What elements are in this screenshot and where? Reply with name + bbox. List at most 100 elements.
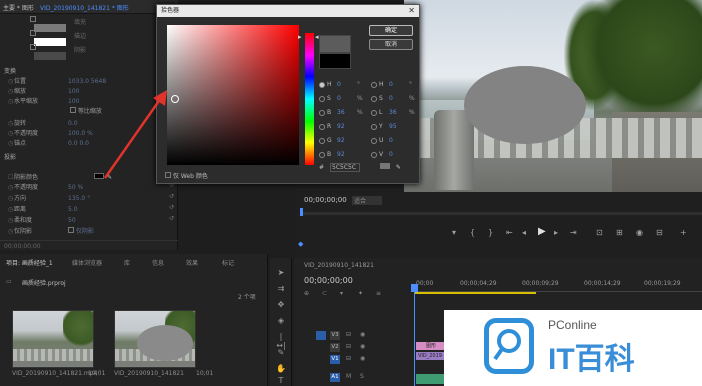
mute-icon[interactable]: M (346, 373, 351, 380)
linked-selection-icon[interactable]: ⊂ (322, 290, 327, 297)
field-rgb-g[interactable]: G 92 (319, 137, 379, 147)
fill-checkbox[interactable] (30, 16, 36, 22)
hand-icon[interactable]: ✋ (275, 364, 287, 376)
stroke-checkbox[interactable] (30, 30, 36, 36)
add-button-icon[interactable]: + (680, 228, 687, 237)
program-playhead[interactable] (300, 208, 303, 216)
hue-slider-left-arrow[interactable]: ▸ (298, 33, 302, 41)
toggle-sync-lock-icon[interactable]: ⊟ (346, 343, 351, 350)
close-icon[interactable]: ✕ (408, 5, 415, 17)
dialog-title-bar: 拾色器 ✕ (157, 5, 419, 17)
work-area-bar[interactable] (414, 292, 536, 294)
saturation-brightness-field[interactable] (167, 25, 299, 165)
program-scrub-bar[interactable] (300, 212, 702, 215)
timeline-playhead-line (414, 284, 415, 386)
pen-icon[interactable]: ✎ (275, 348, 287, 360)
field-hsl-s[interactable]: S 0% (371, 95, 431, 105)
track-v3[interactable]: V3 (330, 331, 340, 340)
ok-button[interactable]: 确定 (369, 25, 413, 36)
eyedropper-icon[interactable]: ✎ (396, 164, 401, 171)
add-marker-icon[interactable]: ▾ (340, 290, 343, 297)
sequence-thumbnail[interactable] (114, 310, 196, 368)
tab-media-browser[interactable]: 媒体浏览器 (72, 258, 102, 267)
field-rgb-r[interactable]: R 92 (319, 123, 379, 133)
prop-position[interactable]: ◷位置 1033.0 5648 (8, 76, 178, 85)
tab-project[interactable]: 项目: 画质经验_1 (6, 258, 53, 267)
export-frame-icon[interactable]: ⊟ (656, 228, 663, 237)
field-rgb-b[interactable]: B 92 (319, 151, 379, 161)
track-select-icon[interactable]: ⇉ (275, 284, 287, 296)
solo-icon[interactable]: S (360, 373, 364, 380)
step-forward-icon[interactable]: ▸ (554, 228, 558, 237)
web-color-swatch[interactable] (379, 163, 390, 169)
sequence-tab[interactable]: VID_20190910_141821 (304, 262, 374, 269)
tab-effects[interactable]: 效果 (186, 258, 198, 267)
go-to-out-icon[interactable]: ⇥ (570, 228, 577, 237)
razor-icon[interactable]: ◈ (275, 316, 287, 328)
slip-icon[interactable]: |↔| (275, 332, 287, 350)
field-hsl-h[interactable]: H 0 ° (371, 81, 431, 91)
eye-icon[interactable]: ◉ (360, 355, 365, 362)
folder-icon: ▭ (6, 278, 12, 285)
go-to-in-icon[interactable]: ⇤ (506, 228, 513, 237)
original-color-swatch[interactable] (319, 53, 351, 69)
mark-out-bracket-icon[interactable]: } (488, 228, 493, 237)
eye-icon[interactable]: ◉ (360, 343, 365, 350)
eye-icon[interactable]: ◉ (360, 331, 365, 338)
shadow-section[interactable]: 投影 (4, 152, 16, 161)
selection-tool-icon[interactable]: ➤ (275, 268, 287, 280)
type-icon[interactable]: T (275, 376, 287, 386)
track-v1[interactable]: V1 (330, 355, 340, 364)
track-v2[interactable]: V2 (330, 343, 340, 352)
tab-info[interactable]: 信息 (152, 258, 164, 267)
clip-name[interactable]: VID_20190910_141821 * 图形 (40, 3, 129, 12)
overwrite-icon[interactable]: ⊞ (616, 228, 623, 237)
ripple-edit-icon[interactable]: ✥ (275, 300, 287, 312)
source-v1-patch[interactable] (316, 331, 326, 340)
field-hsl-l[interactable]: L 36% (371, 109, 431, 119)
track-a1[interactable]: A1 (330, 373, 340, 382)
shadow-swatch[interactable] (34, 52, 66, 60)
mark-in-bracket-icon[interactable]: { (470, 228, 475, 237)
dialog-title: 拾色器 (161, 7, 180, 14)
tab-markers[interactable]: 标记 (222, 258, 234, 267)
hue-slider[interactable] (305, 33, 314, 165)
field-yuv-u[interactable]: U0 (371, 137, 431, 147)
captions-icon[interactable]: ≡ (376, 290, 381, 297)
toggle-sync-lock-icon[interactable]: ⊟ (346, 331, 351, 338)
tools-panel: ➤ ⇉ ✥ ◈ |↔| ✎ ✋ T (270, 258, 292, 386)
prop-shadow-direction[interactable]: ◷方向 135.0 ° ↺ (8, 193, 178, 202)
step-back-icon[interactable]: ◂ (522, 228, 526, 237)
oval-shape[interactable] (464, 66, 586, 144)
fit-dropdown[interactable]: 适合 (352, 196, 382, 205)
transform-section[interactable]: 变换 (4, 66, 16, 75)
shadow-checkbox[interactable] (30, 44, 36, 50)
insert-icon[interactable]: ⊡ (596, 228, 603, 237)
program-timecode[interactable]: 00;00;00;00 (304, 196, 347, 204)
snap-icon[interactable]: ⊕ (304, 290, 309, 297)
field-hsb-s[interactable]: S 0% (319, 95, 379, 105)
prop-shadow-softness[interactable]: ◷柔和度 50 ↺ (8, 215, 178, 224)
field-hsb-b[interactable]: B 36% (319, 109, 379, 119)
marker-icon[interactable]: ◆ (298, 240, 303, 248)
field-hsb-h[interactable]: H 0 ° (319, 81, 379, 91)
hex-input[interactable]: 5C5C5C (330, 163, 361, 172)
hue-slider-right-arrow[interactable]: ◂ (315, 33, 319, 41)
toggle-sync-lock-icon[interactable]: ⊟ (346, 355, 351, 362)
tab-libraries[interactable]: 库 (124, 258, 130, 267)
wrench-icon[interactable]: ✦ (358, 290, 363, 297)
prop-shadow-only[interactable]: ◷仅阴影 仅阴影 (8, 226, 178, 235)
program-video-frame[interactable] (404, 0, 702, 192)
field-yuv-v[interactable]: V0 (371, 151, 431, 161)
master-tab[interactable]: 主要 * 图形 (3, 3, 34, 12)
timeline-playhead[interactable] (411, 284, 418, 292)
mark-in-icon[interactable]: ▾ (452, 228, 456, 237)
camera-icon[interactable]: ◉ (636, 228, 643, 237)
clip-thumbnail[interactable] (12, 310, 94, 368)
cancel-button[interactable]: 取消 (369, 39, 413, 50)
prop-shadow-distance[interactable]: ◷距离 5.0 ↺ (8, 204, 178, 213)
timeline-timecode[interactable]: 00;00;00;00 (304, 276, 353, 285)
field-yuv-y[interactable]: Y 95 (371, 123, 431, 133)
hex-prefix: # (319, 164, 325, 171)
play-icon[interactable]: ▶ (538, 226, 546, 237)
